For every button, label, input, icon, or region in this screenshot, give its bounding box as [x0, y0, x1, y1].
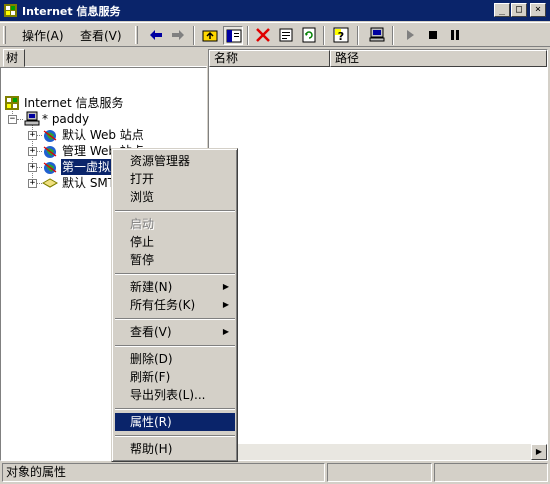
menu-item-open[interactable]: 打开 [115, 170, 235, 188]
up-folder-icon[interactable] [200, 26, 220, 45]
status-panel-3 [434, 463, 548, 482]
menu-separator [115, 435, 235, 437]
menu-item-new[interactable]: 新建(N) ▶ [115, 278, 235, 296]
menu-item-view[interactable]: 查看(V) ▶ [115, 323, 235, 341]
menu-action[interactable]: 操作(A) [22, 27, 64, 44]
tree-root-node[interactable]: Internet 信息服务 [23, 95, 124, 111]
menu-separator [115, 345, 235, 347]
back-arrow-icon[interactable] [146, 26, 166, 45]
expand-icon[interactable]: + [28, 163, 37, 172]
title-bar[interactable]: Internet 信息服务 _ □ × [0, 0, 550, 21]
menu-separator [115, 210, 235, 212]
tree-connector [17, 119, 23, 120]
menu-item-delete[interactable]: 删除(D) [115, 350, 235, 368]
menu-separator [115, 318, 235, 320]
toolbar-separator [323, 26, 325, 45]
help-icon[interactable]: ? [331, 26, 351, 45]
expand-icon[interactable]: + [28, 147, 37, 156]
minimize-button[interactable]: _ [494, 3, 510, 17]
menu-item-refresh[interactable]: 刷新(F) [115, 368, 235, 386]
tree-tab[interactable]: 树 [3, 49, 25, 67]
expand-collapse-icon[interactable]: − [8, 115, 17, 124]
menu-item-all-tasks[interactable]: 所有任务(K) ▶ [115, 296, 235, 314]
iis-app-icon [4, 4, 17, 17]
status-panel-2 [327, 463, 432, 482]
column-header-name[interactable]: 名称 [209, 50, 330, 67]
toolbar-separator [392, 26, 394, 45]
toolbar-grip[interactable] [3, 26, 6, 44]
submenu-arrow-icon: ▶ [222, 327, 229, 336]
toolbar-separator [357, 26, 359, 45]
menu-item-browse[interactable]: 浏览 [115, 188, 235, 206]
forward-arrow-icon[interactable] [168, 26, 188, 45]
menu-item-help[interactable]: 帮助(H) [115, 440, 235, 458]
web-site-globe-icon [43, 162, 57, 174]
tree-item-default-web-site[interactable]: 默认 Web 站点 [61, 127, 145, 143]
toolbar-grip-2[interactable] [135, 26, 138, 44]
submenu-arrow-icon: ▶ [222, 300, 229, 309]
expand-icon[interactable]: + [28, 179, 37, 188]
toolbar-separator [193, 26, 195, 45]
column-header-path[interactable]: 路径 [330, 50, 547, 67]
menu-view[interactable]: 查看(V) [80, 27, 122, 44]
horizontal-scrollbar[interactable]: ▶ [209, 444, 547, 460]
computer-icon[interactable] [367, 26, 387, 45]
menu-item-start: 启动 [130, 217, 155, 231]
show-hide-tree-icon[interactable] [223, 26, 243, 45]
menu-separator [115, 273, 235, 275]
web-site-globe-icon [43, 130, 57, 142]
properties-icon[interactable] [276, 26, 296, 45]
menu-item-export-list[interactable]: 导出列表(L)... [115, 386, 235, 404]
toolbar-separator [247, 26, 249, 45]
stop-icon[interactable] [423, 26, 443, 45]
toolbar: 操作(A) 查看(V) ? [0, 22, 550, 47]
expand-icon[interactable]: + [28, 131, 37, 140]
menu-item-explorer[interactable]: 资源管理器 [115, 152, 235, 170]
window-title: Internet 信息服务 [22, 5, 121, 18]
iis-root-icon [5, 96, 19, 110]
menu-item-stop[interactable]: 停止 [115, 233, 235, 251]
close-button[interactable]: × [530, 3, 546, 17]
start-icon[interactable] [400, 26, 420, 45]
list-pane[interactable]: 名称 路径 ▶ [208, 49, 548, 461]
svg-text:?: ? [338, 30, 344, 43]
menu-item-pause[interactable]: 暂停 [115, 251, 235, 269]
pause-icon[interactable] [445, 26, 465, 45]
submenu-arrow-icon: ▶ [222, 282, 229, 291]
delete-icon[interactable] [253, 26, 273, 45]
status-text: 对象的属性 [2, 463, 325, 482]
tree-server-node[interactable]: * paddy [41, 111, 90, 127]
scroll-right-icon[interactable]: ▶ [531, 444, 547, 460]
smtp-envelope-icon [42, 178, 58, 188]
server-computer-icon [24, 111, 40, 126]
menu-separator [115, 408, 235, 410]
refresh-icon[interactable] [299, 26, 319, 45]
menu-item-properties[interactable]: 属性(R) [115, 413, 235, 431]
maximize-button[interactable]: □ [511, 3, 527, 17]
status-bar: 对象的属性 [0, 461, 550, 484]
web-site-globe-icon [43, 146, 57, 158]
context-menu: 资源管理器 打开 浏览 启动 停止 暂停 新建(N) ▶ 所有任务(K) ▶ 查看(… [111, 148, 238, 462]
